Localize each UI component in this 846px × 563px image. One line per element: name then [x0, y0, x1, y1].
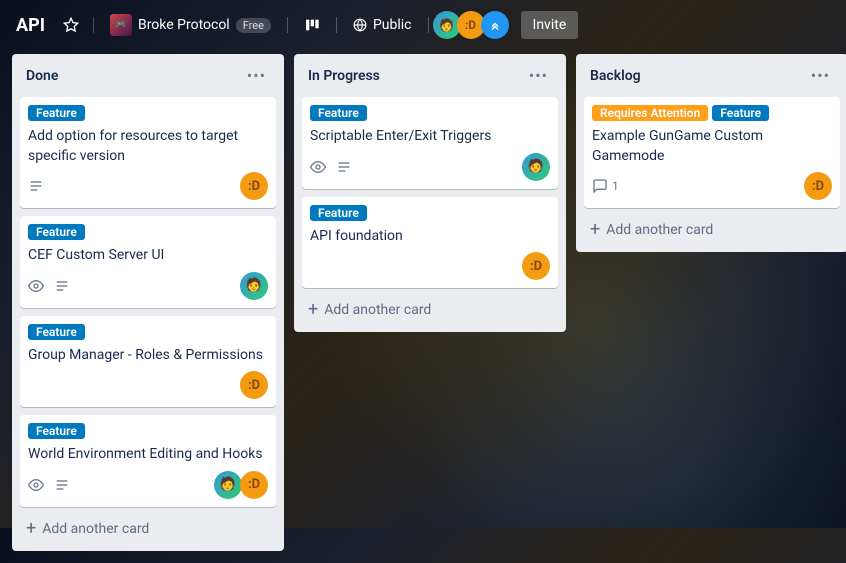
free-pill: Free — [236, 18, 271, 33]
card-title: Scriptable Enter/Exit Triggers — [310, 127, 550, 147]
globe-icon — [353, 18, 367, 32]
label-feature[interactable]: Feature — [310, 205, 367, 221]
avatar[interactable]: :D — [240, 371, 268, 399]
list-header: Done ••• — [20, 62, 276, 89]
label-feature[interactable]: Feature — [28, 105, 85, 121]
card-title: Group Manager - Roles & Permissions — [28, 346, 268, 366]
avatar[interactable]: 🧑 — [522, 153, 550, 181]
card[interactable]: Feature Scriptable Enter/Exit Triggers 🧑 — [302, 97, 558, 189]
card[interactable]: Requires Attention Feature Example GunGa… — [584, 97, 840, 208]
list-backlog: Backlog ••• Requires Attention Feature E… — [576, 54, 846, 252]
board-title[interactable]: API — [12, 15, 49, 36]
card-title: Example GunGame Custom Gamemode — [592, 127, 832, 166]
avatar[interactable]: :D — [522, 252, 550, 280]
workspace-badge[interactable]: 🎮 Broke Protocol Free — [102, 8, 279, 42]
comment-badge: 1 — [592, 178, 619, 194]
list-title[interactable]: Backlog — [590, 68, 641, 84]
list-done: Done ••• Feature Add option for resource… — [12, 54, 284, 551]
card[interactable]: Feature World Environment Editing and Ho… — [20, 415, 276, 507]
watch-icon — [28, 278, 44, 294]
avatar[interactable]: :D — [804, 172, 832, 200]
board: Done ••• Feature Add option for resource… — [0, 50, 846, 563]
label-feature[interactable]: Feature — [28, 423, 85, 439]
label-requires-attention[interactable]: Requires Attention — [592, 105, 708, 121]
divider — [93, 17, 94, 33]
label-feature[interactable]: Feature — [28, 224, 85, 240]
board-icon — [304, 17, 320, 33]
list-menu-button[interactable]: ••• — [525, 64, 552, 87]
list-header: Backlog ••• — [584, 62, 840, 89]
description-icon — [54, 278, 70, 294]
avatar[interactable]: 🧑 — [214, 471, 242, 499]
comment-icon — [592, 178, 608, 194]
card[interactable]: Feature Add option for resources to targ… — [20, 97, 276, 208]
label-feature[interactable]: Feature — [28, 324, 85, 340]
add-card-button[interactable]: + Add another card — [584, 216, 840, 244]
description-icon — [54, 477, 70, 493]
workspace-icon: 🎮 — [110, 14, 132, 36]
visibility-label: Public — [373, 17, 412, 33]
plus-icon: + — [308, 303, 318, 317]
list-menu-button[interactable]: ••• — [807, 64, 834, 87]
board-view-button[interactable] — [296, 11, 328, 39]
avatar[interactable]: 🧑 — [240, 272, 268, 300]
list-title[interactable]: In Progress — [308, 68, 380, 84]
plus-icon: + — [590, 223, 600, 237]
plus-icon: + — [26, 522, 36, 536]
add-card-button[interactable]: + Add another card — [302, 296, 558, 324]
description-icon — [336, 159, 352, 175]
avatar[interactable] — [481, 11, 509, 39]
board-header: API 🎮 Broke Protocol Free Public 🧑 :D In… — [0, 0, 846, 50]
card[interactable]: Feature Group Manager - Roles & Permissi… — [20, 316, 276, 408]
label-feature[interactable]: Feature — [310, 105, 367, 121]
visibility-button[interactable]: Public — [345, 11, 420, 39]
star-icon — [63, 17, 79, 33]
list-header: In Progress ••• — [302, 62, 558, 89]
avatar[interactable]: :D — [240, 172, 268, 200]
watch-icon — [28, 477, 44, 493]
watch-icon — [310, 159, 326, 175]
divider — [336, 17, 337, 33]
card-title: CEF Custom Server UI — [28, 246, 268, 266]
chevrons-icon — [489, 19, 501, 31]
card[interactable]: Feature CEF Custom Server UI 🧑 — [20, 216, 276, 308]
divider — [287, 17, 288, 33]
member-avatars[interactable]: 🧑 :D — [437, 11, 509, 39]
star-button[interactable] — [57, 11, 85, 39]
divider — [428, 17, 429, 33]
label-feature[interactable]: Feature — [712, 105, 769, 121]
card-title: World Environment Editing and Hooks — [28, 445, 268, 465]
description-icon — [28, 178, 44, 194]
card-title: Add option for resources to target speci… — [28, 127, 268, 166]
workspace-name: Broke Protocol — [138, 17, 230, 33]
invite-button[interactable]: Invite — [521, 11, 579, 39]
avatar[interactable]: :D — [240, 471, 268, 499]
list-title[interactable]: Done — [26, 68, 58, 84]
card-title: API foundation — [310, 227, 550, 247]
list-menu-button[interactable]: ••• — [243, 64, 270, 87]
card[interactable]: Feature API foundation :D — [302, 197, 558, 289]
list-in-progress: In Progress ••• Feature Scriptable Enter… — [294, 54, 566, 332]
add-card-button[interactable]: + Add another card — [20, 515, 276, 543]
